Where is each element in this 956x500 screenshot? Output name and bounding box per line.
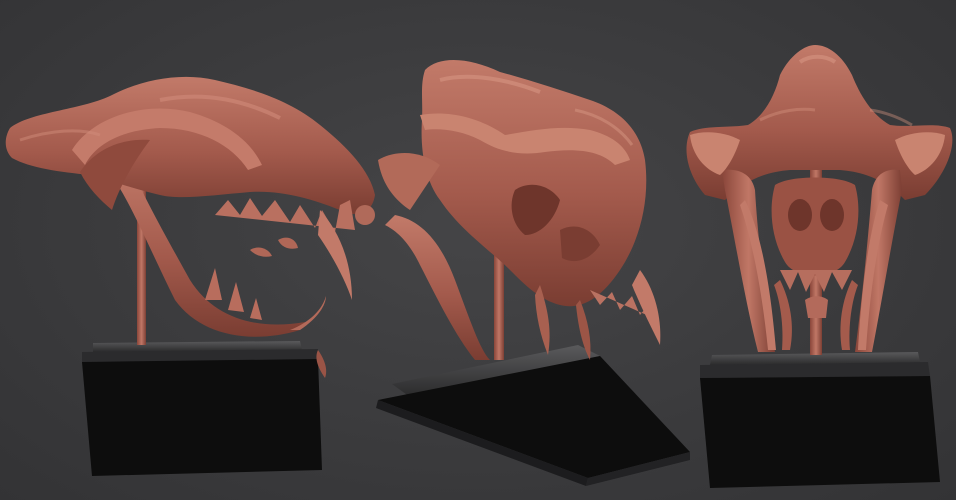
skull-front-view [686,45,953,488]
render-viewport [0,0,956,500]
display-base-center [376,345,690,486]
sculpt-render [5,45,953,488]
cranium [421,60,647,307]
skull-three-quarter-view [376,60,690,486]
display-base-left [82,341,322,476]
display-base-right [700,352,940,488]
skull-side-view [5,76,376,476]
